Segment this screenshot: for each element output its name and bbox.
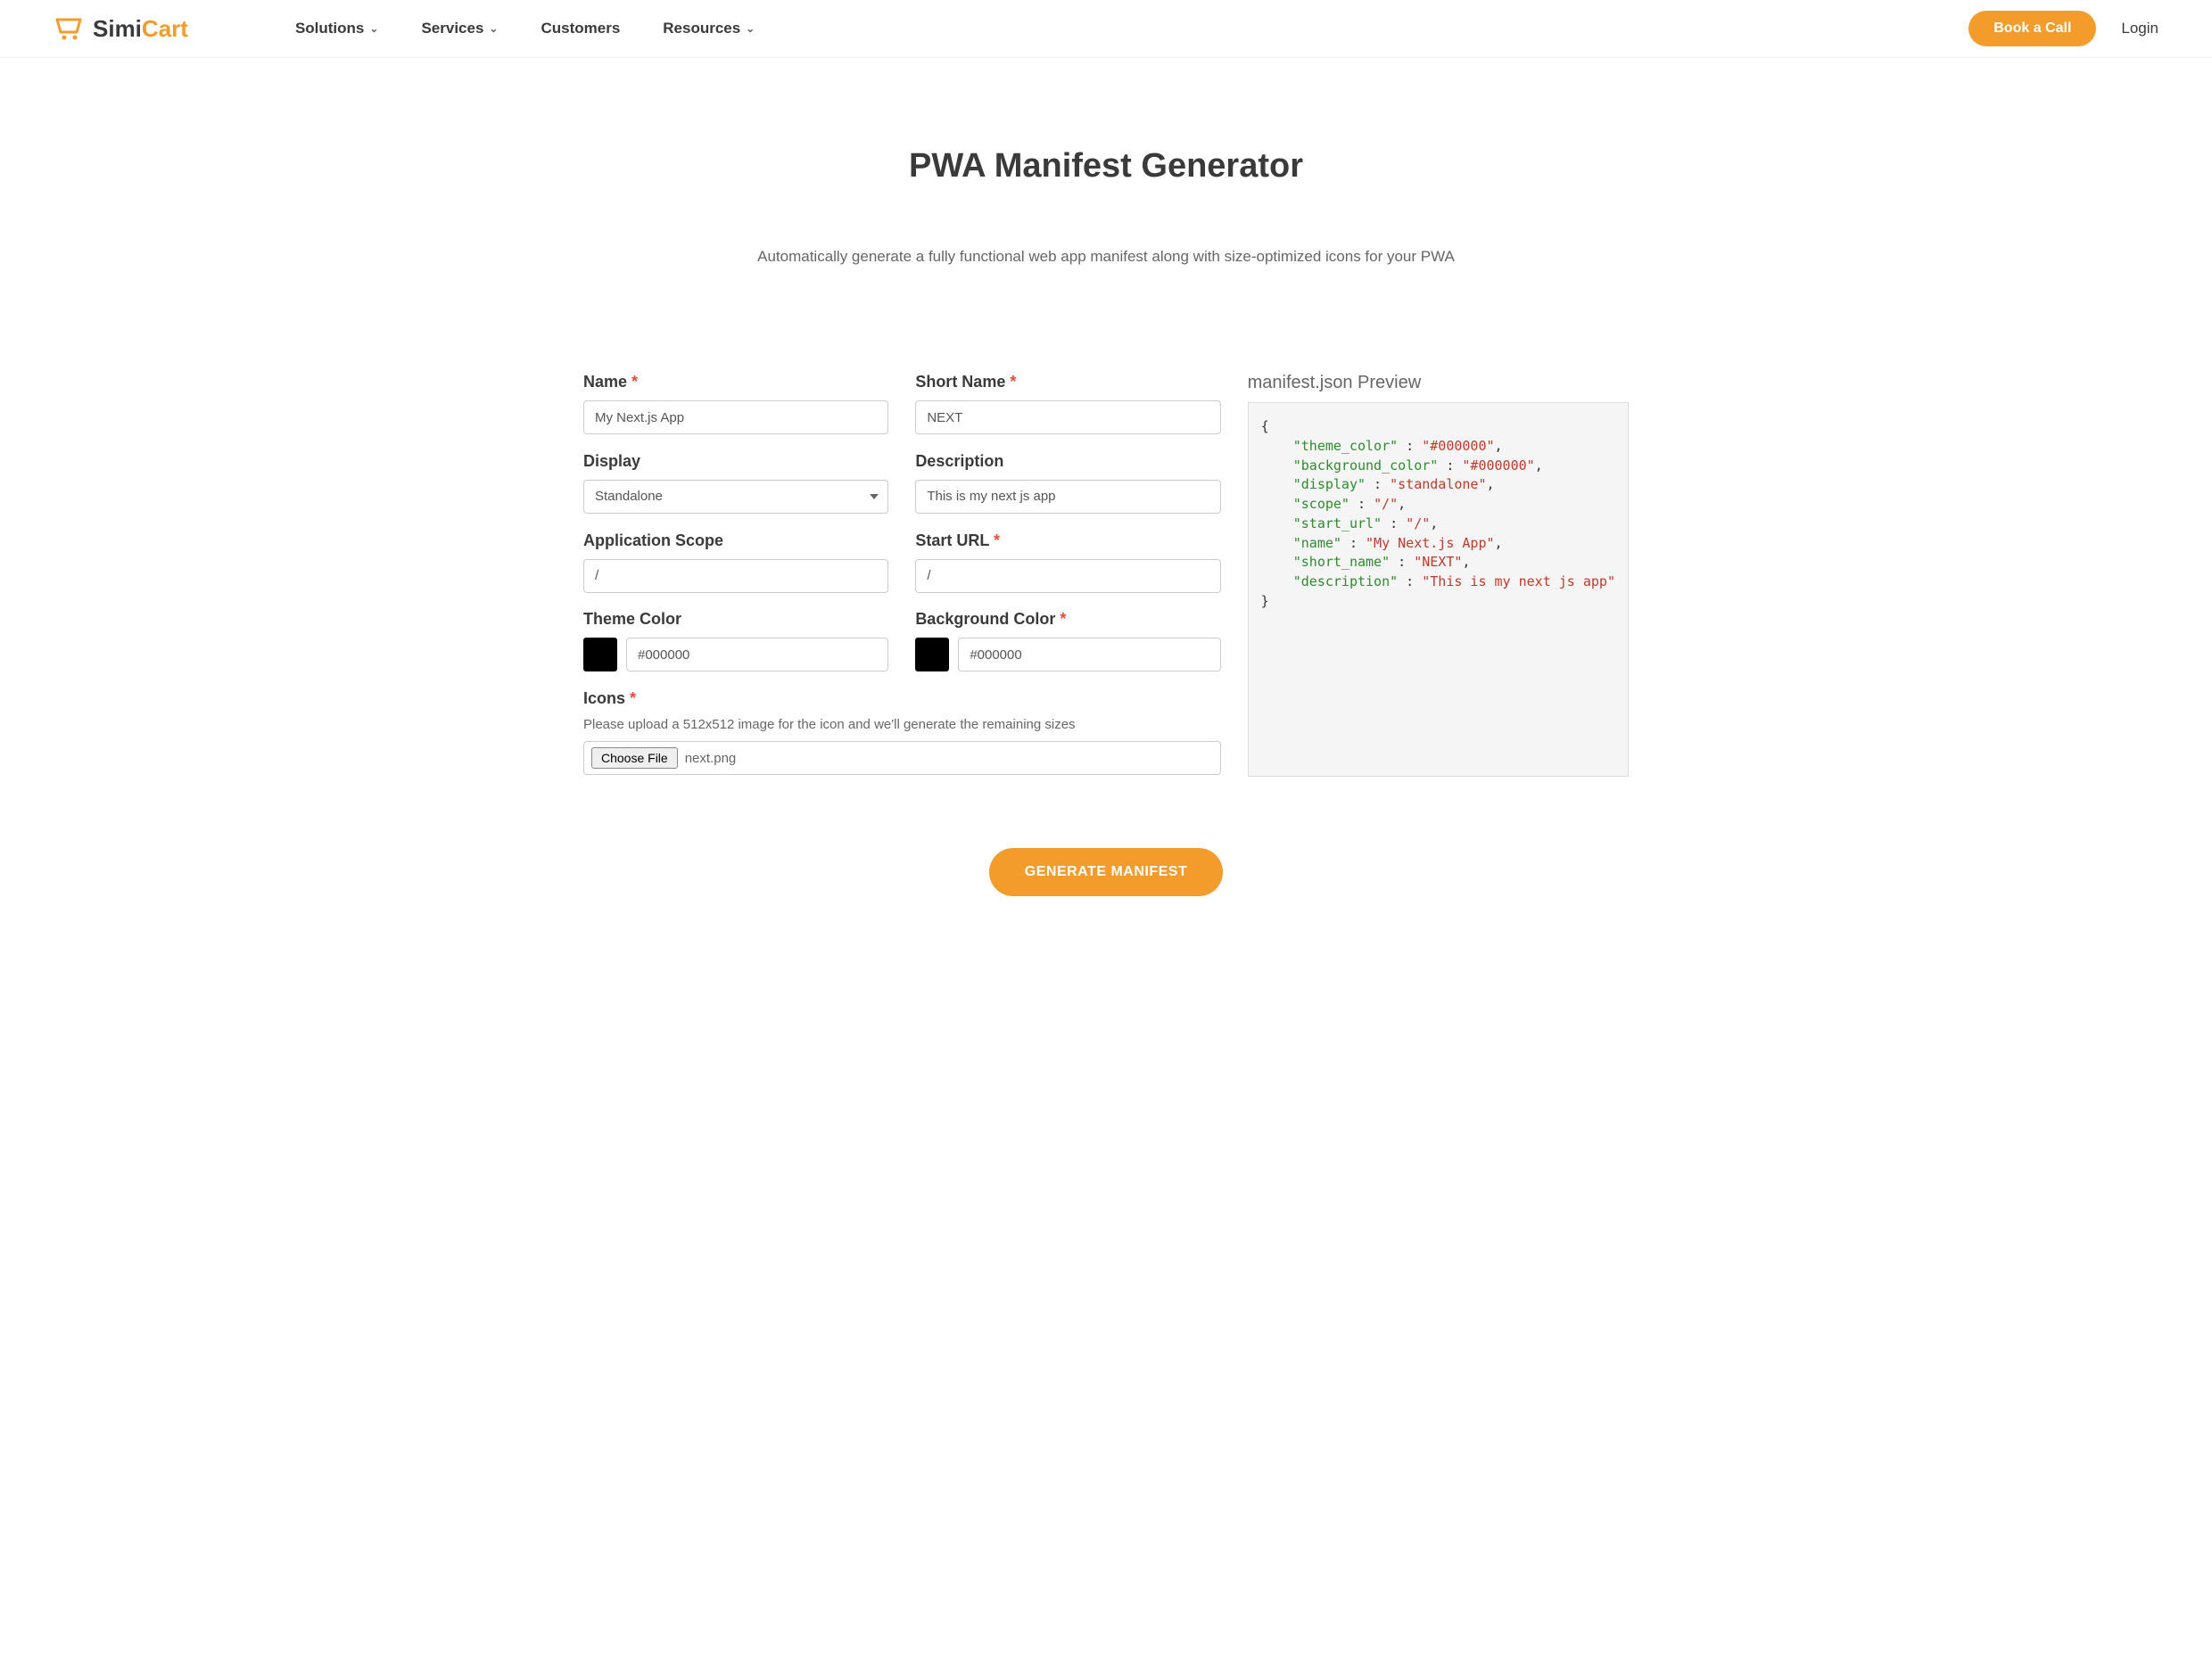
nav-resources[interactable]: Resources ⌄ xyxy=(663,20,755,37)
page-subtitle: Automatically generate a fully functiona… xyxy=(583,248,1629,266)
logo[interactable]: SimiCart xyxy=(54,15,188,43)
chevron-down-icon: ⌄ xyxy=(746,22,755,35)
nav-solutions-label: Solutions xyxy=(295,20,364,37)
form: Name * Short Name * Display Standalone D… xyxy=(583,373,1221,777)
field-display: Display Standalone xyxy=(583,452,888,515)
cart-icon xyxy=(54,16,86,41)
preview-column: manifest.json Preview { "theme_color" : … xyxy=(1248,373,1629,777)
preview-title: manifest.json Preview xyxy=(1248,373,1629,393)
nav-solutions[interactable]: Solutions ⌄ xyxy=(295,20,379,37)
required-mark: * xyxy=(631,373,638,391)
description-label: Description xyxy=(915,452,1220,471)
bg-color-label: Background Color * xyxy=(915,610,1220,629)
field-theme-color: Theme Color xyxy=(583,610,888,673)
book-call-button[interactable]: Book a Call xyxy=(1969,11,2096,46)
chevron-down-icon: ⌄ xyxy=(489,22,498,35)
file-input-wrap[interactable]: Choose File next.png xyxy=(583,741,1221,775)
file-name: next.png xyxy=(685,751,737,766)
bg-color-input[interactable] xyxy=(958,638,1220,671)
name-input[interactable] xyxy=(583,400,888,434)
main-nav: Solutions ⌄ Services ⌄ Customers Resourc… xyxy=(295,20,755,37)
required-mark: * xyxy=(1060,610,1066,628)
nav-customers-label: Customers xyxy=(541,20,620,37)
site-header: SimiCart Solutions ⌄ Services ⌄ Customer… xyxy=(0,0,2212,58)
scope-label: Application Scope xyxy=(583,531,888,550)
json-preview: { "theme_color" : "#000000", "background… xyxy=(1248,402,1629,777)
chevron-down-icon: ⌄ xyxy=(369,22,378,35)
theme-color-input[interactable] xyxy=(626,638,888,671)
field-bg-color: Background Color * xyxy=(915,610,1220,673)
short-name-input[interactable] xyxy=(915,400,1220,434)
display-select[interactable]: Standalone xyxy=(583,480,888,514)
bg-color-swatch[interactable] xyxy=(915,638,949,671)
nav-services-label: Services xyxy=(421,20,483,37)
name-label: Name * xyxy=(583,373,888,391)
logo-text-2: Cart xyxy=(142,15,188,43)
display-label: Display xyxy=(583,452,888,471)
description-input[interactable] xyxy=(915,480,1220,514)
login-link[interactable]: Login xyxy=(2121,20,2158,37)
choose-file-button[interactable]: Choose File xyxy=(591,747,678,769)
nav-resources-label: Resources xyxy=(663,20,740,37)
start-url-label: Start URL * xyxy=(915,531,1220,550)
nav-services[interactable]: Services ⌄ xyxy=(421,20,498,37)
header-right: Book a Call Login xyxy=(1969,11,2158,46)
required-mark: * xyxy=(994,531,1000,549)
field-icons: Icons * Please upload a 512x512 image fo… xyxy=(583,689,1221,777)
start-url-input[interactable] xyxy=(915,559,1220,593)
icons-label: Icons * xyxy=(583,689,1221,708)
nav-customers[interactable]: Customers xyxy=(541,20,620,37)
required-mark: * xyxy=(1010,373,1016,391)
short-name-label: Short Name * xyxy=(915,373,1220,391)
field-name: Name * xyxy=(583,373,888,436)
field-description: Description xyxy=(915,452,1220,515)
field-scope: Application Scope xyxy=(583,531,888,595)
required-mark: * xyxy=(630,689,636,707)
logo-text-1: Simi xyxy=(93,15,142,43)
field-short-name: Short Name * xyxy=(915,373,1220,436)
theme-color-label: Theme Color xyxy=(583,610,888,629)
theme-color-swatch[interactable] xyxy=(583,638,617,671)
scope-input[interactable] xyxy=(583,559,888,593)
page-title: PWA Manifest Generator xyxy=(583,147,1629,185)
icons-helper: Please upload a 512x512 image for the ic… xyxy=(583,717,1221,732)
generate-manifest-button[interactable]: GENERATE MANIFEST xyxy=(989,848,1223,896)
field-start-url: Start URL * xyxy=(915,531,1220,595)
